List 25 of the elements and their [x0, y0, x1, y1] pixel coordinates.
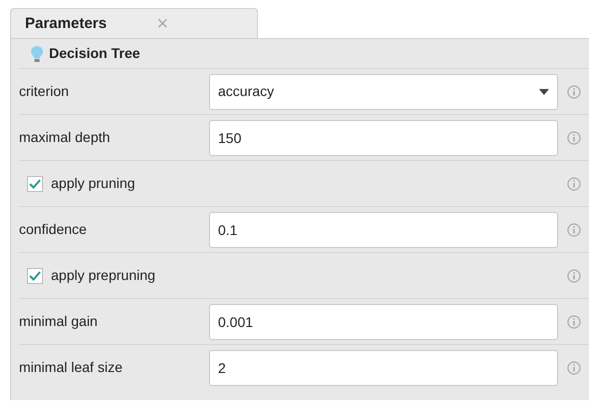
parameters-tab[interactable]: Parameters ×: [10, 8, 258, 39]
input-field[interactable]: 0.1: [209, 212, 558, 248]
info-icon[interactable]: [567, 314, 581, 328]
info-icon[interactable]: [567, 84, 581, 98]
parameter-label: minimal gain: [19, 312, 99, 331]
parameter-label: confidence: [19, 220, 88, 239]
parameter-label: criterion: [19, 82, 70, 101]
info-icon[interactable]: [567, 360, 581, 374]
operator-title: Decision Tree: [49, 44, 140, 63]
dropdown[interactable]: accuracy: [209, 74, 558, 110]
info-icon[interactable]: [567, 268, 581, 282]
info-icon[interactable]: [567, 222, 581, 236]
checkbox-label: apply pruning: [51, 174, 136, 193]
input-field[interactable]: 2: [209, 350, 558, 386]
parameter-label: maximal depth: [19, 128, 112, 147]
input-field[interactable]: 0.001: [209, 304, 558, 340]
caret-icon: [539, 88, 549, 94]
info-icon[interactable]: [567, 130, 581, 144]
checkbox[interactable]: [27, 268, 43, 284]
parameter-label: minimal leaf size: [19, 358, 124, 377]
checkbox-label: apply prepruning: [51, 266, 156, 285]
lightbulb-icon: [31, 46, 43, 62]
checkbox[interactable]: [27, 176, 43, 192]
input-field[interactable]: 150: [209, 120, 558, 156]
info-icon[interactable]: [567, 176, 581, 190]
